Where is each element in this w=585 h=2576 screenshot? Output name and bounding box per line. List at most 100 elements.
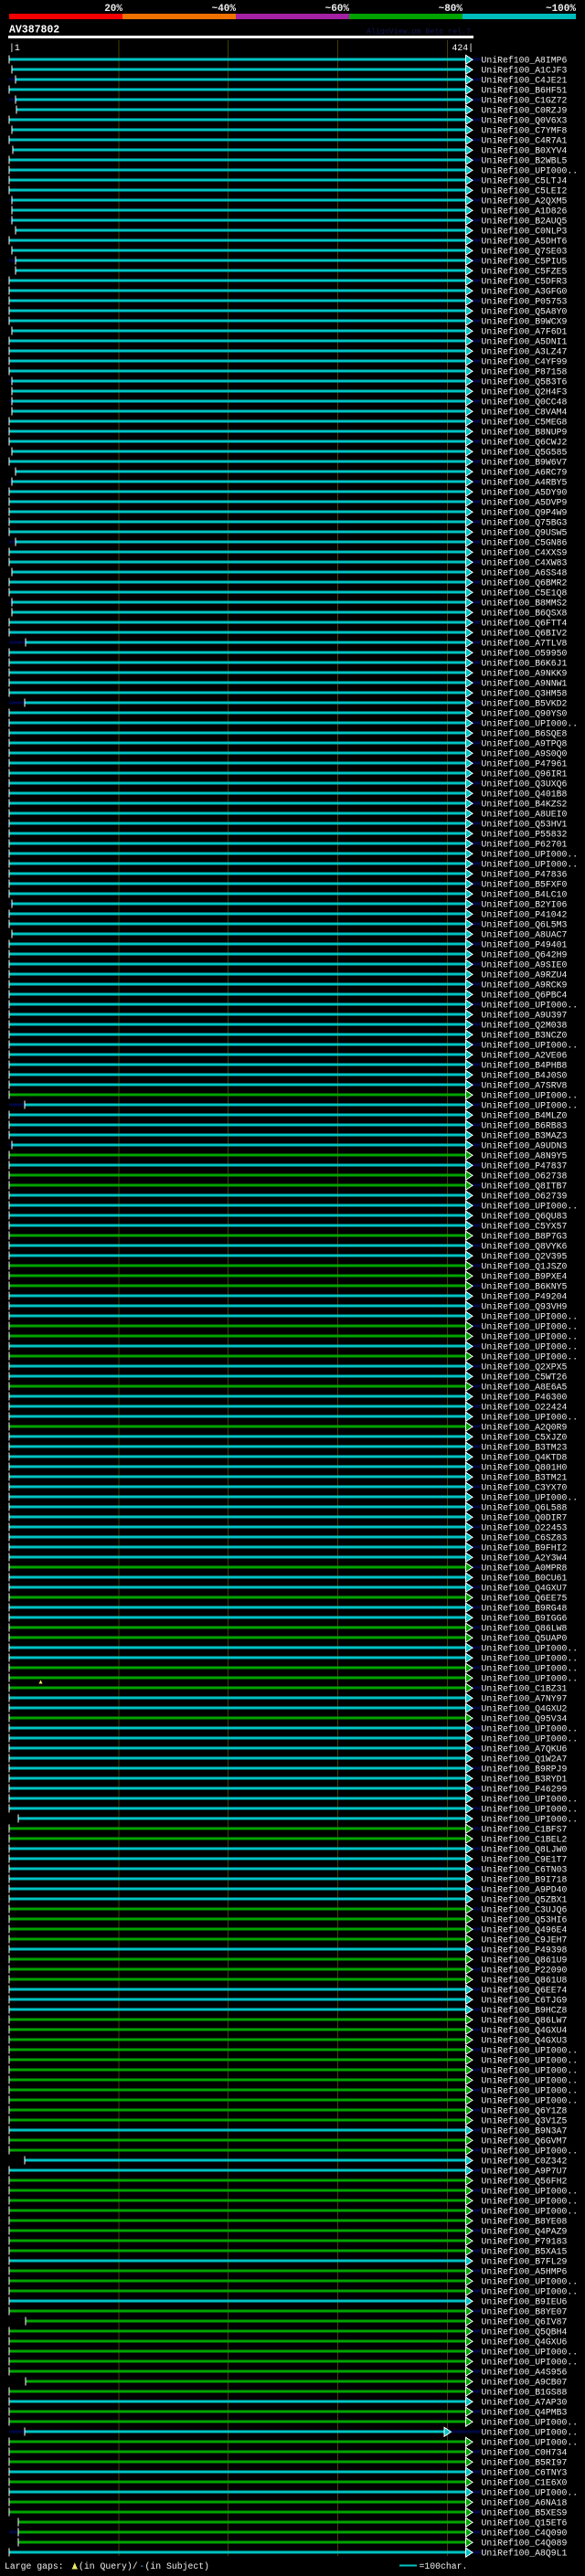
svg-text:UniRef100_B2YI06: UniRef100_B2YI06	[482, 900, 568, 910]
svg-text:UniRef100_UPI000..: UniRef100_UPI000..	[482, 2096, 579, 2106]
svg-text:UniRef100_A6RC79: UniRef100_A6RC79	[482, 468, 568, 478]
svg-text:UniRef100_C5MEG8: UniRef100_C5MEG8	[482, 418, 568, 428]
svg-text:UniRef100_B9FHI2: UniRef100_B9FHI2	[482, 1543, 568, 1553]
svg-text:UniRef100_P46299: UniRef100_P46299	[482, 1785, 568, 1795]
svg-text:UniRef100_C5LEI2: UniRef100_C5LEI2	[482, 186, 568, 196]
svg-text:UniRef100_UPI000..: UniRef100_UPI000..	[482, 1815, 579, 1825]
svg-text:UniRef100_A8Q9L1: UniRef100_A8Q9L1	[482, 2549, 568, 2559]
svg-text:UniRef100_O59950: UniRef100_O59950	[482, 649, 568, 659]
svg-text:UniRef100_Q86LW7: UniRef100_Q86LW7	[482, 2016, 568, 2026]
svg-text:UniRef100_Q801H0: UniRef100_Q801H0	[482, 1463, 568, 1473]
svg-text:UniRef100_B7FL29: UniRef100_B7FL29	[482, 2257, 568, 2267]
svg-text:UniRef100_C0H734: UniRef100_C0H734	[482, 2448, 568, 2458]
svg-text:UniRef100_UPI000..: UniRef100_UPI000..	[482, 1805, 579, 1815]
svg-text:UniRef100_C5E1Q8: UniRef100_C5E1Q8	[482, 588, 568, 599]
svg-text:UniRef100_UPI000..: UniRef100_UPI000..	[482, 1352, 579, 1362]
svg-text:UniRef100_Q2XPX5: UniRef100_Q2XPX5	[482, 1362, 568, 1373]
svg-text:424|: 424|	[452, 43, 474, 53]
svg-text:UniRef100_P46300: UniRef100_P46300	[482, 1393, 568, 1403]
svg-text:UniRef100_A6SS48: UniRef100_A6SS48	[482, 568, 568, 578]
svg-text:UniRef100_Q4GXU4: UniRef100_Q4GXU4	[482, 2026, 568, 2036]
svg-text:UniRef100_B3TM23: UniRef100_B3TM23	[482, 1443, 568, 1453]
svg-text:UniRef100_B4LC10: UniRef100_B4LC10	[482, 890, 568, 900]
svg-text:UniRef100_Q6Y1Z8: UniRef100_Q6Y1Z8	[482, 2106, 568, 2116]
svg-text:UniRef100_B8YE08: UniRef100_B8YE08	[482, 2217, 568, 2227]
svg-text:UniRef100_UPI000..: UniRef100_UPI000..	[482, 1644, 579, 1654]
svg-text:UniRef100_P55832: UniRef100_P55832	[482, 830, 568, 840]
svg-text:UniRef100_A9RCK9: UniRef100_A9RCK9	[482, 981, 568, 991]
svg-text:UniRef100_P47837: UniRef100_P47837	[482, 1161, 568, 1171]
svg-text:UniRef100_C6SZ83: UniRef100_C6SZ83	[482, 1533, 568, 1543]
svg-text:UniRef100_Q4GXU7: UniRef100_Q4GXU7	[482, 1584, 568, 1594]
svg-text:UniRef100_A9SIE0: UniRef100_A9SIE0	[482, 960, 568, 970]
svg-text:UniRef100_A8N9Y5: UniRef100_A8N9Y5	[482, 1151, 568, 1161]
svg-text:UniRef100_C4Q089: UniRef100_C4Q089	[482, 2539, 568, 2549]
svg-text:UniRef100_A9S0Q0: UniRef100_A9S0Q0	[482, 749, 568, 759]
svg-text:UniRef100_Q0DIR7: UniRef100_Q0DIR7	[482, 1513, 568, 1523]
svg-text:UniRef100_B1GS88: UniRef100_B1GS88	[482, 2388, 568, 2398]
svg-text:(in Subject): (in Subject)	[145, 2561, 209, 2571]
svg-text:UniRef100_B5XES9: UniRef100_B5XES9	[482, 2508, 568, 2518]
svg-text:UniRef100_C4R7A1: UniRef100_C4R7A1	[482, 136, 568, 146]
svg-text:UniRef100_A7NY97: UniRef100_A7NY97	[482, 1694, 568, 1704]
svg-text:UniRef100_Q6FTT4: UniRef100_Q6FTT4	[482, 619, 568, 629]
svg-text:UniRef100_A5DHT6: UniRef100_A5DHT6	[482, 237, 568, 247]
svg-text:UniRef100_Q861U8: UniRef100_Q861U8	[482, 1976, 568, 1986]
svg-text:UniRef100_UPI000..: UniRef100_UPI000..	[482, 1493, 579, 1503]
svg-text:UniRef100_UPI000..: UniRef100_UPI000..	[482, 1674, 579, 1684]
svg-text:UniRef100_C5DFR3: UniRef100_C5DFR3	[482, 277, 568, 287]
svg-text:UniRef100_B9I718: UniRef100_B9I718	[482, 1875, 568, 1885]
svg-text:UniRef100_UPI000..: UniRef100_UPI000..	[482, 2287, 579, 2297]
svg-text:UniRef100_Q5ZBX1: UniRef100_Q5ZBX1	[482, 1895, 568, 1905]
svg-text:UniRef100_C6TNY3: UniRef100_C6TNY3	[482, 2468, 568, 2478]
svg-text:UniRef100_Q8LJW0: UniRef100_Q8LJW0	[482, 1845, 568, 1855]
svg-text:UniRef100_Q15ET6: UniRef100_Q15ET6	[482, 2518, 568, 2528]
svg-text:UniRef100_Q5A8Y0: UniRef100_Q5A8Y0	[482, 307, 568, 317]
svg-text:UniRef100_Q4PMB3: UniRef100_Q4PMB3	[482, 2408, 568, 2418]
svg-text:UniRef100_UPI000..: UniRef100_UPI000..	[482, 1724, 579, 1734]
svg-text:UniRef100_A7AP30: UniRef100_A7AP30	[482, 2398, 568, 2408]
svg-text:UniRef100_O22424: UniRef100_O22424	[482, 1403, 568, 1413]
svg-text:UniRef100_Q6EE75: UniRef100_Q6EE75	[482, 1594, 568, 1604]
svg-text:UniRef100_C5WT26: UniRef100_C5WT26	[482, 1373, 568, 1383]
svg-text:UniRef100_C1GZ72: UniRef100_C1GZ72	[482, 96, 568, 106]
svg-text:UniRef100_P22090: UniRef100_P22090	[482, 1966, 568, 1976]
svg-text:UniRef100_C9JEH7: UniRef100_C9JEH7	[482, 1935, 568, 1945]
svg-text:UniRef100_C9E1T7: UniRef100_C9E1T7	[482, 1855, 568, 1865]
svg-text:UniRef100_B9N3A7: UniRef100_B9N3A7	[482, 2126, 568, 2136]
svg-text:UniRef100_B6QSX8: UniRef100_B6QSX8	[482, 609, 568, 619]
svg-text:UniRef100_A2VE06: UniRef100_A2VE06	[482, 1051, 568, 1061]
svg-text:UniRef100_Q1W2A7: UniRef100_Q1W2A7	[482, 1754, 568, 1765]
svg-text:=100char.: =100char.	[420, 2561, 468, 2571]
svg-text:UniRef100_C1BEL2: UniRef100_C1BEL2	[482, 1835, 568, 1845]
svg-text:UniRef100_Q6BIV2: UniRef100_Q6BIV2	[482, 629, 568, 639]
svg-text:UniRef100_UPI000..: UniRef100_UPI000..	[482, 2086, 579, 2096]
svg-text:UniRef100_B9RG48: UniRef100_B9RG48	[482, 1604, 568, 1614]
svg-text:UniRef100_B3TM21: UniRef100_B3TM21	[482, 1473, 568, 1483]
svg-text:UniRef100_UPI000..: UniRef100_UPI000..	[482, 1654, 579, 1664]
svg-text:UniRef100_Q53HV1: UniRef100_Q53HV1	[482, 820, 568, 830]
svg-text:UniRef100_Q6L588: UniRef100_Q6L588	[482, 1503, 568, 1513]
svg-text:UniRef100_Q4PAZ9: UniRef100_Q4PAZ9	[482, 2227, 568, 2237]
svg-text:UniRef100_UPI000..: UniRef100_UPI000..	[482, 1734, 579, 1744]
svg-text:UniRef100_C7YMF8: UniRef100_C7YMF8	[482, 126, 568, 136]
svg-text:UniRef100_C0NLP3: UniRef100_C0NLP3	[482, 227, 568, 237]
svg-text:UniRef100_Q8ITB7: UniRef100_Q8ITB7	[482, 1182, 568, 1192]
svg-text:UniRef100_B9IGG6: UniRef100_B9IGG6	[482, 1614, 568, 1624]
svg-text:UniRef100_Q3HM58: UniRef100_Q3HM58	[482, 689, 568, 699]
svg-text:UniRef100_A5DVP9: UniRef100_A5DVP9	[482, 498, 568, 508]
svg-text:UniRef100_B3NCZ0: UniRef100_B3NCZ0	[482, 1031, 568, 1041]
svg-text:UniRef100_Q4GXU6: UniRef100_Q4GXU6	[482, 2337, 568, 2348]
svg-text:UniRef100_Q90YS0: UniRef100_Q90YS0	[482, 709, 568, 719]
svg-text:UniRef100_Q6GVM7: UniRef100_Q6GVM7	[482, 2136, 568, 2147]
svg-text:UniRef100_C0RZJ9: UniRef100_C0RZJ9	[482, 106, 568, 116]
svg-text:UniRef100_UPI000..: UniRef100_UPI000..	[482, 2348, 579, 2358]
svg-text:UniRef100_UPI000..: UniRef100_UPI000..	[482, 1332, 579, 1342]
svg-text:UniRef100_C5LTJ4: UniRef100_C5LTJ4	[482, 176, 568, 186]
svg-text:UniRef100_Q496E4: UniRef100_Q496E4	[482, 1925, 568, 1935]
svg-text:UniRef100_Q6CWJ2: UniRef100_Q6CWJ2	[482, 438, 568, 448]
svg-text:UniRef100_B6RB83: UniRef100_B6RB83	[482, 1121, 568, 1131]
svg-text:UniRef100_UPI000..: UniRef100_UPI000..	[482, 1091, 579, 1101]
svg-text:UniRef100_Q75BG3: UniRef100_Q75BG3	[482, 518, 568, 528]
svg-text:UniRef100_UPI000..: UniRef100_UPI000..	[482, 1342, 579, 1352]
